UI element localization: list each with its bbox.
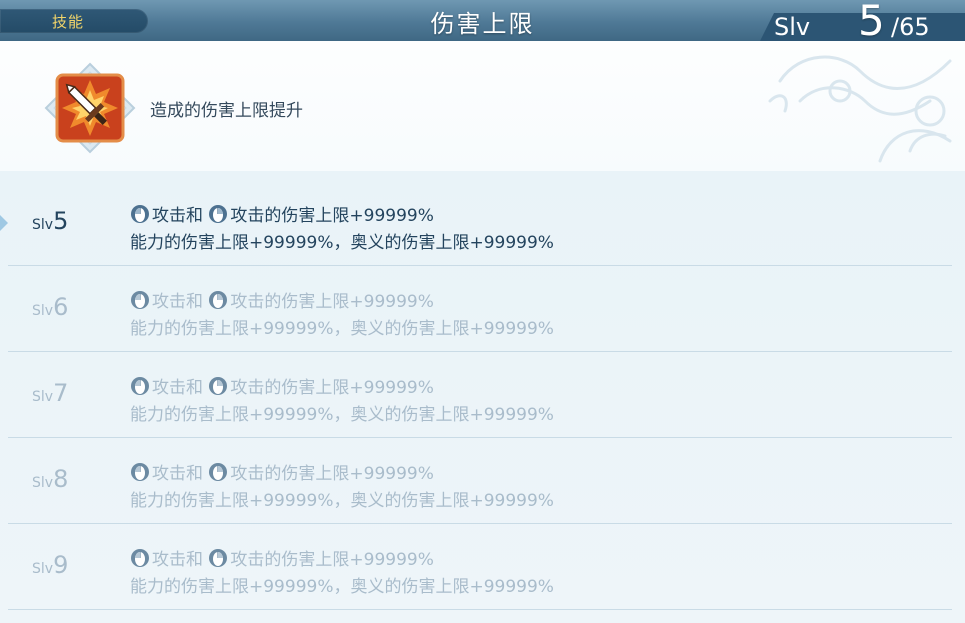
row-level-number: 8 (53, 465, 69, 493)
row-slv-label: Slv9 (32, 551, 69, 579)
mouse-left-click-icon (131, 205, 149, 223)
level-row-9[interactable]: Slv9 攻击和 攻击的伤害上限+99999% 能力的伤害上限+99999%，奥… (8, 523, 952, 610)
level-row-8[interactable]: Slv8 攻击和 攻击的伤害上限+99999% 能力的伤害上限+99999%，奥… (8, 437, 952, 524)
mouse-right-click-icon (209, 205, 228, 223)
slv-label: Slv (774, 13, 811, 41)
current-level-pointer-icon (0, 215, 8, 231)
mouse-left-click-icon (131, 377, 149, 395)
skill-description: 造成的伤害上限提升 (150, 101, 303, 121)
row-slv-label: Slv8 (32, 465, 69, 493)
row-slv-label: Slv6 (32, 293, 69, 321)
mouse-right-click-icon (209, 291, 228, 309)
row-level-number: 5 (53, 207, 69, 235)
slv-max: /65 (891, 13, 930, 41)
mouse-left-click-icon (131, 549, 149, 567)
sword-burst-icon (44, 62, 136, 154)
slv-current: 5 (858, 0, 885, 45)
row-effect-text: 攻击和 攻击的伤害上限+99999% 能力的伤害上限+99999%，奥义的伤害上… (130, 377, 554, 425)
row-level-number: 9 (53, 551, 69, 579)
level-row-5[interactable]: Slv5 攻击和 攻击的伤害上限+99999% 能力的伤害上限+99999%，奥… (8, 179, 952, 266)
mouse-right-click-icon (209, 549, 228, 567)
row-level-number: 7 (53, 379, 69, 407)
level-row-7[interactable]: Slv7 攻击和 攻击的伤害上限+99999% 能力的伤害上限+99999%，奥… (8, 351, 952, 438)
decorative-ornament (768, 55, 952, 163)
row-slv-label: Slv7 (32, 379, 69, 407)
row-effect-text: 攻击和 攻击的伤害上限+99999% 能力的伤害上限+99999%，奥义的伤害上… (130, 463, 554, 511)
row-slv-label: Slv5 (32, 207, 69, 235)
mouse-right-click-icon (209, 377, 228, 395)
level-row-6[interactable]: Slv6 攻击和 攻击的伤害上限+99999% 能力的伤害上限+99999%，奥… (8, 265, 952, 352)
mouse-right-click-icon (209, 463, 228, 481)
mouse-left-click-icon (131, 463, 149, 481)
row-effect-text: 攻击和 攻击的伤害上限+99999% 能力的伤害上限+99999%，奥义的伤害上… (130, 291, 554, 339)
row-level-number: 6 (53, 293, 69, 321)
mouse-left-click-icon (131, 291, 149, 309)
row-effect-text: 攻击和 攻击的伤害上限+99999% 能力的伤害上限+99999%，奥义的伤害上… (130, 205, 554, 253)
row-effect-text: 攻击和 攻击的伤害上限+99999% 能力的伤害上限+99999%，奥义的伤害上… (130, 549, 554, 597)
